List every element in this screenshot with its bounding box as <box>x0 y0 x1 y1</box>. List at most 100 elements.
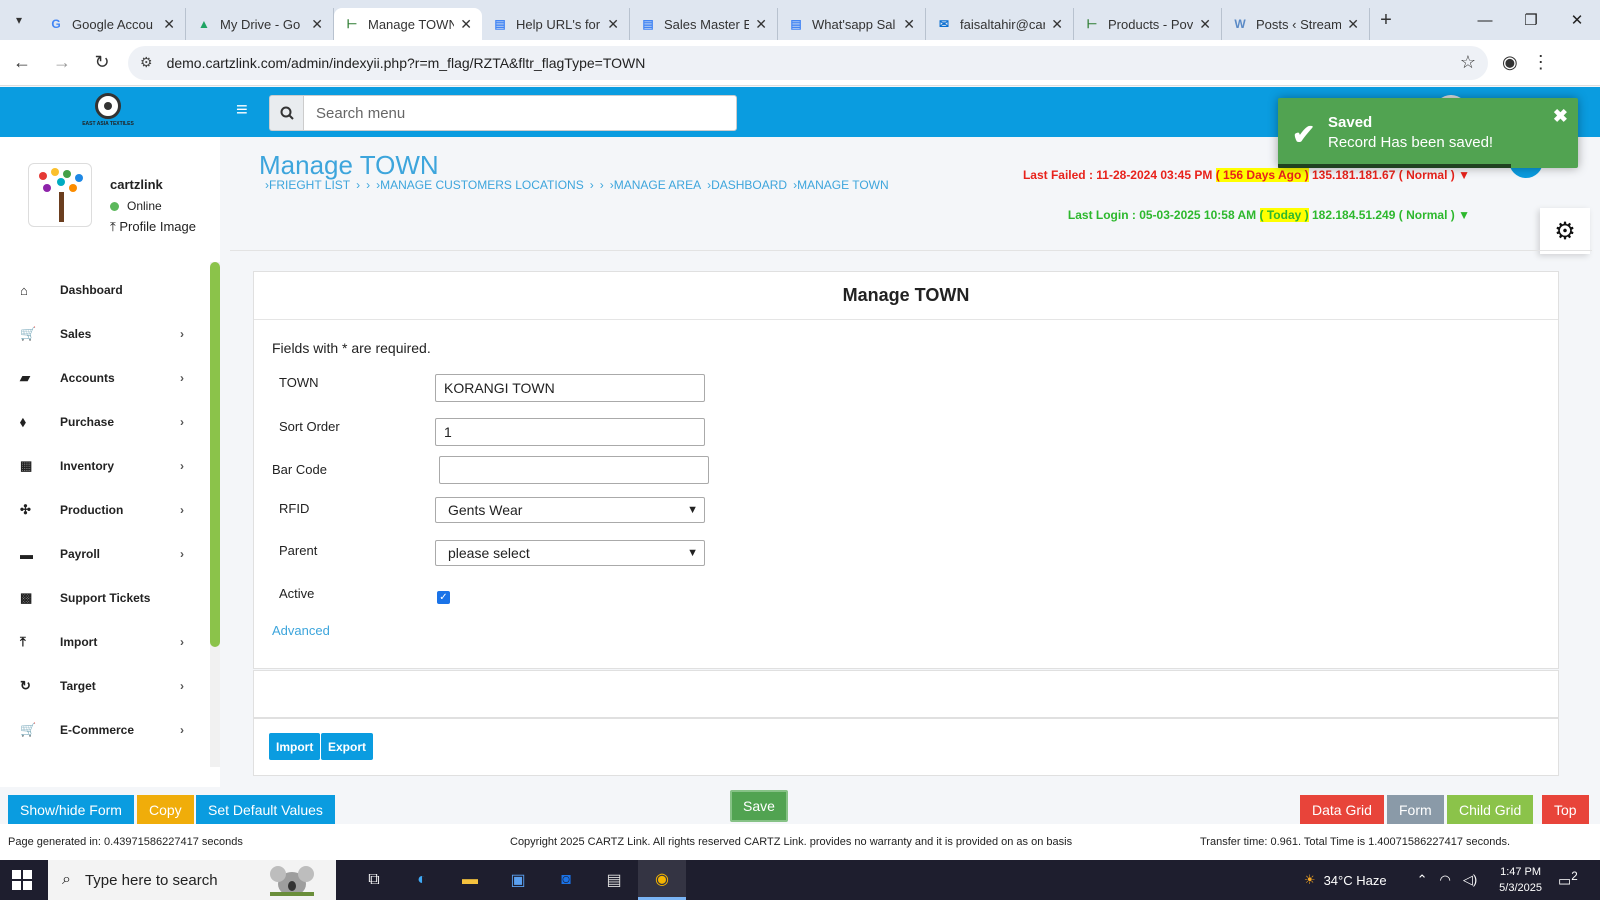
edge-icon[interactable]: ◐ <box>398 860 446 900</box>
saved-toast[interactable]: ✔ Saved Record Has been saved! ✖ <box>1278 98 1578 168</box>
tab-close-icon[interactable]: ✕ <box>755 16 767 33</box>
upload-icon: ⤒ <box>20 634 26 649</box>
volume-icon[interactable]: ◁) <box>1463 872 1477 888</box>
child-grid-button[interactable]: Child Grid <box>1447 795 1534 825</box>
browser-tab[interactable]: ✉ faisaltahir@car ✕ <box>926 8 1074 40</box>
back-icon[interactable]: ← <box>4 45 40 81</box>
weather-widget[interactable]: ☀ 34°C Haze <box>1304 872 1387 888</box>
clock[interactable]: 1:47 PM 5/3/2025 <box>1499 864 1542 896</box>
sidebar-item-purchase[interactable]: ⬧ Purchase › <box>0 400 210 444</box>
breadcrumb-item[interactable]: › <box>600 178 604 192</box>
bar-code-input[interactable] <box>439 456 709 484</box>
outlook-icon[interactable]: ◙ <box>542 860 590 900</box>
sidebar-item-support-tickets[interactable]: ▩ Support Tickets <box>0 576 210 620</box>
top-button[interactable]: Top <box>1542 795 1589 825</box>
browser-tab[interactable]: ⊢ Products - Pov ✕ <box>1074 8 1222 40</box>
save-button[interactable]: Save <box>730 790 788 822</box>
sidebar-item-inventory[interactable]: ▦ Inventory › <box>0 444 210 488</box>
sort-order-input[interactable] <box>435 418 705 446</box>
profile-image-upload[interactable]: ⤒ Profile Image <box>110 219 196 235</box>
sidebar-scrollbar-thumb[interactable] <box>210 262 220 647</box>
file-explorer-icon[interactable]: ▬ <box>446 860 494 900</box>
sidebar-item-e-commerce[interactable]: 🛒 E-Commerce › <box>0 708 210 752</box>
close-window-icon[interactable]: ✕ <box>1554 0 1600 40</box>
advanced-link[interactable]: Advanced <box>272 623 330 638</box>
toast-progress-bar <box>1278 164 1511 168</box>
search-icon[interactable] <box>269 95 303 131</box>
profile-icon[interactable]: ◉ <box>1502 52 1518 73</box>
tray-chevron-up-icon[interactable]: ⌃ <box>1417 872 1428 888</box>
sidebar-menu: ⌂ Dashboard 🛒 Sales › ▰ Accounts › ⬧ Purchase › ▦ In… <box>0 268 210 752</box>
profile-image[interactable] <box>28 163 92 227</box>
notifications-icon[interactable]: ▭2 <box>1558 870 1588 890</box>
sidebar-item-import[interactable]: ⤒ Import › <box>0 620 210 664</box>
sidebar-item-payroll[interactable]: ▬ Payroll › <box>0 532 210 576</box>
breadcrumb-item[interactable]: › <box>590 178 594 192</box>
copy-button[interactable]: Copy <box>137 795 194 825</box>
last-failed-info: Last Failed : 11-28-2024 03:45 PM ( 156 … <box>1022 168 1470 182</box>
new-tab-button[interactable]: + <box>1370 0 1402 40</box>
minimize-icon[interactable]: — <box>1462 0 1508 40</box>
browser-tab[interactable]: G Google Accou ✕ <box>38 8 186 40</box>
breadcrumb-item[interactable]: ›MANAGE AREA <box>610 178 701 192</box>
sidebar-item-target[interactable]: ↻ Target › <box>0 664 210 708</box>
sidebar-item-sales[interactable]: 🛒 Sales › <box>0 312 210 356</box>
data-grid-button[interactable]: Data Grid <box>1300 795 1384 825</box>
browser-tab[interactable]: ▲ My Drive - Go ✕ <box>186 8 334 40</box>
rfid-select[interactable]: Gents Wear ▼ <box>435 497 705 523</box>
sidebar-item-dashboard[interactable]: ⌂ Dashboard <box>0 268 210 312</box>
sidebar-item-label: Target <box>60 679 96 693</box>
browser-tab[interactable]: ⊢ Manage TOWN ✕ <box>334 8 482 40</box>
tab-close-icon[interactable]: ✕ <box>460 16 472 33</box>
sidebar-item-accounts[interactable]: ▰ Accounts › <box>0 356 210 400</box>
chrome-icon[interactable]: ◉ <box>638 860 686 900</box>
restore-icon[interactable]: ❐ <box>1508 0 1554 40</box>
check-icon: ✔ <box>1292 119 1316 150</box>
sidebar-item-production[interactable]: ✣ Production › <box>0 488 210 532</box>
sort-order-label: Sort Order <box>279 419 340 434</box>
breadcrumb-item[interactable]: ›FRIEGHT LIST <box>265 178 350 192</box>
search-menu-input[interactable] <box>303 95 737 131</box>
breadcrumb-item[interactable]: › <box>356 178 360 192</box>
breadcrumb-item[interactable]: › <box>366 178 370 192</box>
tab-search-chevron-icon[interactable]: ▾ <box>0 0 38 40</box>
browser-tab[interactable]: ▤ What'sapp Sal ✕ <box>778 8 926 40</box>
tab-close-icon[interactable]: ✕ <box>311 16 323 33</box>
tab-close-icon[interactable]: ✕ <box>903 16 915 33</box>
hamburger-menu-icon[interactable]: ≡ <box>236 99 248 122</box>
reload-icon[interactable]: ↻ <box>84 45 120 81</box>
url-omnibox[interactable]: ⚙ demo.cartzlink.com/admin/indexyii.php?… <box>128 45 1488 80</box>
browser-tab[interactable]: ▤ Sales Master E ✕ <box>630 8 778 40</box>
tab-close-icon[interactable]: ✕ <box>163 16 175 33</box>
store-icon[interactable]: ▣ <box>494 860 542 900</box>
browser-tab[interactable]: ▤ Help URL's for ✕ <box>482 8 630 40</box>
parent-select[interactable]: please select ▼ <box>435 540 705 566</box>
company-logo[interactable]: EAST ASIA TEXTILES <box>78 93 138 131</box>
export-button[interactable]: Export <box>321 733 374 760</box>
breadcrumb-item[interactable]: ›MANAGE TOWN <box>793 178 889 192</box>
vnc-icon[interactable]: ▤ <box>590 860 638 900</box>
import-button[interactable]: Import <box>269 733 321 760</box>
site-info-icon[interactable]: ⚙ <box>140 54 153 71</box>
tab-close-icon[interactable]: ✕ <box>607 16 619 33</box>
chrome-menu-icon[interactable]: ⋮ <box>1532 52 1550 73</box>
toast-close-icon[interactable]: ✖ <box>1553 106 1568 127</box>
active-checkbox[interactable]: ✓ <box>437 591 450 604</box>
settings-gear-icon[interactable]: ⚙ <box>1540 208 1590 254</box>
form-button[interactable]: Form <box>1387 795 1444 825</box>
breadcrumb-item[interactable]: ›DASHBOARD <box>707 178 787 192</box>
forward-icon[interactable]: → <box>44 45 80 81</box>
tab-close-icon[interactable]: ✕ <box>1347 16 1359 33</box>
url-text[interactable]: demo.cartzlink.com/admin/indexyii.php?r=… <box>167 55 1460 71</box>
tab-close-icon[interactable]: ✕ <box>1051 16 1063 33</box>
browser-tab[interactable]: W Posts ‹ Stream ✕ <box>1222 8 1370 40</box>
breadcrumb-item[interactable]: ›MANAGE CUSTOMERS LOCATIONS <box>376 178 584 192</box>
tab-close-icon[interactable]: ✕ <box>1199 16 1211 33</box>
set-default-values-button[interactable]: Set Default Values <box>196 795 335 825</box>
network-icon[interactable]: ◠ <box>1440 872 1451 888</box>
show-hide-form-button[interactable]: Show/hide Form <box>8 795 134 825</box>
town-input[interactable] <box>435 374 705 402</box>
bookmark-star-icon[interactable]: ☆ <box>1460 52 1476 73</box>
task-view-icon[interactable]: ⧉ <box>350 860 398 900</box>
windows-start-icon[interactable] <box>12 870 32 890</box>
